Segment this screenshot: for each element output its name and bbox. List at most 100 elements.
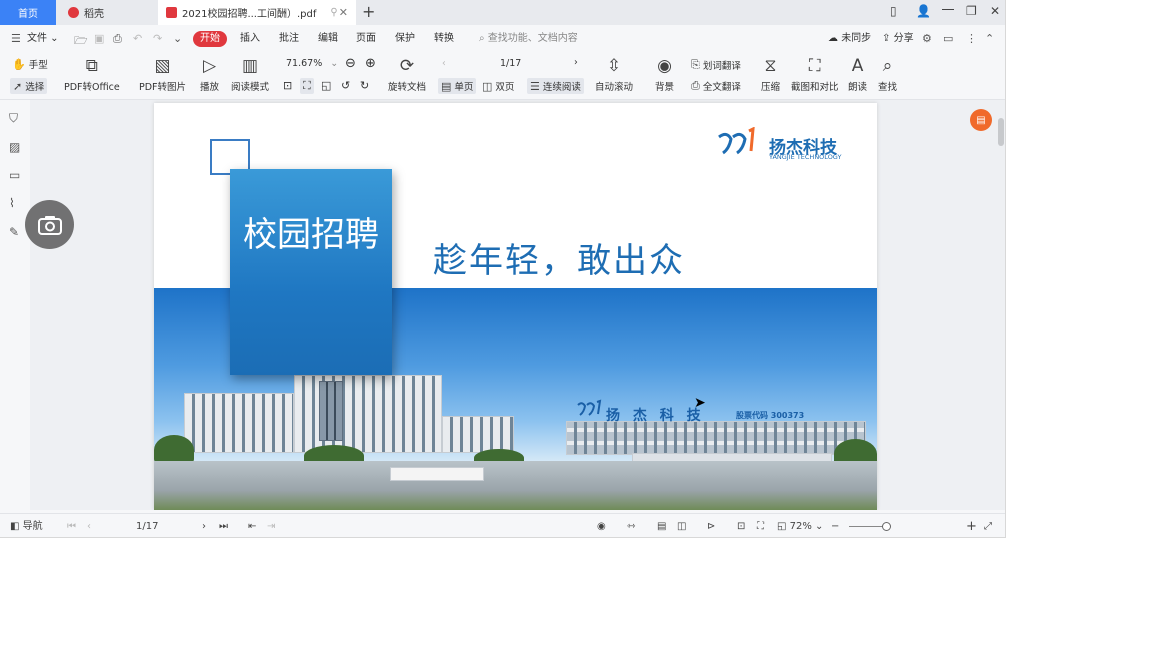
double-page-label: 双页 — [495, 82, 515, 93]
single-page-status-icon[interactable]: ▤ — [657, 514, 666, 537]
search-input[interactable]: ⌕ 查找功能、文档内容 — [479, 25, 578, 52]
hand-tool[interactable]: ✋ 手型 — [12, 57, 48, 72]
redo-icon[interactable]: ↷ — [153, 32, 162, 45]
vertical-scrollbar[interactable] — [996, 100, 1005, 510]
continuous-read-button[interactable]: ☰ 连续阅读 — [527, 78, 584, 94]
avatar[interactable]: 👤 — [916, 4, 931, 18]
pin-icon[interactable]: ⚲ — [330, 7, 337, 18]
signature-icon[interactable]: ✎ — [9, 225, 19, 239]
open-icon[interactable]: 🗁 — [74, 32, 88, 51]
fullscreen-icon[interactable]: ⤢ — [984, 514, 992, 537]
tab-home[interactable]: 首页 — [0, 0, 56, 25]
read-aloud-button[interactable]: A 朗读 — [848, 55, 867, 93]
next-page-icon[interactable]: › — [574, 57, 578, 68]
zoom-out-icon[interactable]: ⊖ — [345, 56, 356, 71]
double-page-button[interactable]: ◫ 双页 — [482, 79, 515, 94]
menu-edit[interactable]: 编辑 — [318, 25, 338, 52]
page-indicator[interactable]: 1/17 — [500, 58, 521, 69]
scrollbar-thumb[interactable] — [998, 118, 1004, 146]
play-button[interactable]: ▷ 播放 — [200, 55, 219, 93]
screenshot-camera-button[interactable] — [25, 200, 74, 249]
minimize-button[interactable] — [942, 9, 954, 10]
settings-icon[interactable]: ⚙ — [922, 32, 932, 45]
fit-page-status-icon[interactable]: ⛶ — [757, 514, 764, 537]
daoke-icon — [68, 7, 79, 18]
rotate-right-icon[interactable]: ↻ — [360, 79, 369, 92]
play-status-icon[interactable]: ⊳ — [707, 514, 715, 537]
status-prev-page-icon[interactable]: ‹ — [87, 514, 91, 537]
full-translate-label: 全文翻译 — [702, 82, 741, 93]
document-viewer[interactable]: 校园招聘 趁年轻，敢出众 扬杰科技 YANGJIE TECHNOLOGY 扬 杰… — [30, 100, 1005, 510]
zoom-select-status[interactable]: ◱ 72% ⌄ — [777, 514, 823, 537]
eye-protect-icon[interactable]: ◉ — [597, 514, 606, 537]
read-mode-button[interactable]: ▥ 阅读模式 — [231, 55, 269, 93]
save-icon[interactable]: ▣ — [94, 32, 104, 45]
menu-convert[interactable]: 转换 — [434, 25, 454, 52]
bookmark-icon[interactable]: ⛉ — [9, 111, 18, 126]
sync-button[interactable]: ☁ 未同步 — [828, 25, 871, 52]
zoom-in-icon[interactable]: ⊕ — [365, 56, 376, 71]
thumbnail-icon[interactable]: ▨ — [9, 140, 20, 154]
screenshot-compare-button[interactable]: ⛶ 截图和对比 — [791, 55, 839, 93]
actual-size-status-icon[interactable]: ⊡ — [737, 514, 745, 537]
menu-page[interactable]: 页面 — [356, 25, 376, 52]
double-page-icon: ◫ — [482, 79, 493, 93]
toolbar: ✋ 手型 ➚ 选择 ⧉ PDF转Office ▧ PDF转图片 ▷ 播放 ▥ 阅读模式 71… — [0, 52, 1005, 100]
floating-assistant-button[interactable]: ▤ — [970, 109, 992, 131]
restore-button[interactable]: ❐ — [966, 4, 977, 18]
find-button[interactable]: ⌕ 查找 — [878, 55, 897, 93]
menu-insert[interactable]: 插入 — [240, 25, 260, 52]
status-page-indicator[interactable]: 1/17 — [136, 514, 158, 537]
menu-annotate[interactable]: 批注 — [279, 25, 299, 52]
tab-daoke[interactable]: 稻壳 — [56, 0, 156, 25]
attachment-icon[interactable]: ⌇ — [9, 196, 15, 210]
share-button[interactable]: ⇪ 分享 — [882, 25, 914, 52]
zoom-slider-knob[interactable] — [882, 522, 891, 531]
tab-close-icon[interactable]: ✕ — [339, 6, 348, 19]
pdf-to-office-button[interactable]: ⧉ PDF转Office — [64, 55, 120, 93]
nav-panel-toggle[interactable]: ◧ 导航 — [10, 514, 43, 537]
forward-icon[interactable]: ⇥ — [267, 514, 275, 537]
zoom-select[interactable]: 71.67% ⌄ — [286, 58, 338, 69]
hamburger-icon[interactable]: ☰ — [11, 32, 21, 45]
auto-scroll-button[interactable]: ⇳ 自动滚动 — [595, 55, 633, 93]
read-aloud-icon: A — [851, 56, 864, 76]
fit-page-icon[interactable]: ⛶ — [300, 78, 314, 94]
more-dropdown-icon[interactable]: ⌄ — [173, 32, 182, 45]
print-icon[interactable]: ⎙ — [113, 32, 122, 46]
menu-start[interactable]: 开始 — [193, 31, 227, 47]
fit-width-status-icon[interactable]: ⇿ — [627, 514, 635, 537]
first-page-icon[interactable]: ⏮ — [67, 514, 76, 537]
tab-pdf-document[interactable]: 2021校园招聘...工间酬）.pdf ⚲ ✕ — [158, 0, 356, 25]
sidebar-toggle-icon[interactable]: ▯ — [890, 4, 897, 18]
rotate-left-icon[interactable]: ↺ — [341, 79, 350, 92]
comment-icon[interactable]: ▭ — [943, 32, 953, 45]
status-next-page-icon[interactable]: › — [202, 514, 206, 537]
collapse-ribbon-icon[interactable]: ⌃ — [985, 32, 994, 45]
undo-icon[interactable]: ↶ — [133, 32, 142, 45]
close-button[interactable]: ✕ — [990, 4, 1000, 18]
double-page-status-icon[interactable]: ◫ — [677, 514, 686, 537]
zoom-slider-track[interactable] — [849, 526, 886, 527]
new-tab-button[interactable]: + — [362, 2, 375, 21]
single-page-button[interactable]: ▤ 单页 — [438, 78, 477, 94]
comment-panel-icon[interactable]: ▭ — [9, 168, 20, 182]
zoom-in-status-icon[interactable]: + — [966, 514, 977, 537]
fit-width-icon[interactable]: ◱ — [321, 79, 331, 92]
pdf-to-image-button[interactable]: ▧ PDF转图片 — [139, 55, 186, 93]
compress-button[interactable]: ⧖ 压缩 — [761, 55, 780, 93]
actual-size-icon[interactable]: ⊡ — [283, 79, 292, 92]
zoom-out-status-icon[interactable]: − — [831, 514, 839, 537]
select-tool[interactable]: ➚ 选择 — [10, 78, 48, 94]
more-icon[interactable]: ⋮ — [966, 32, 977, 45]
prev-page-icon[interactable]: ‹ — [442, 58, 446, 69]
menu-file[interactable]: 文件 ⌄ — [27, 25, 59, 52]
word-translate-button[interactable]: ⎘ 划词翻译 — [691, 58, 741, 72]
rotate-document-button[interactable]: ⟳ 旋转文档 — [388, 55, 426, 93]
background-button[interactable]: ◉ 背景 — [655, 55, 674, 93]
back-icon[interactable]: ⇤ — [248, 514, 256, 537]
full-translate-button[interactable]: ⎙ 全文翻译 — [691, 79, 741, 93]
last-page-icon[interactable]: ⏭ — [219, 514, 228, 537]
company-name-stone — [390, 467, 484, 481]
menu-protect[interactable]: 保护 — [395, 25, 415, 52]
